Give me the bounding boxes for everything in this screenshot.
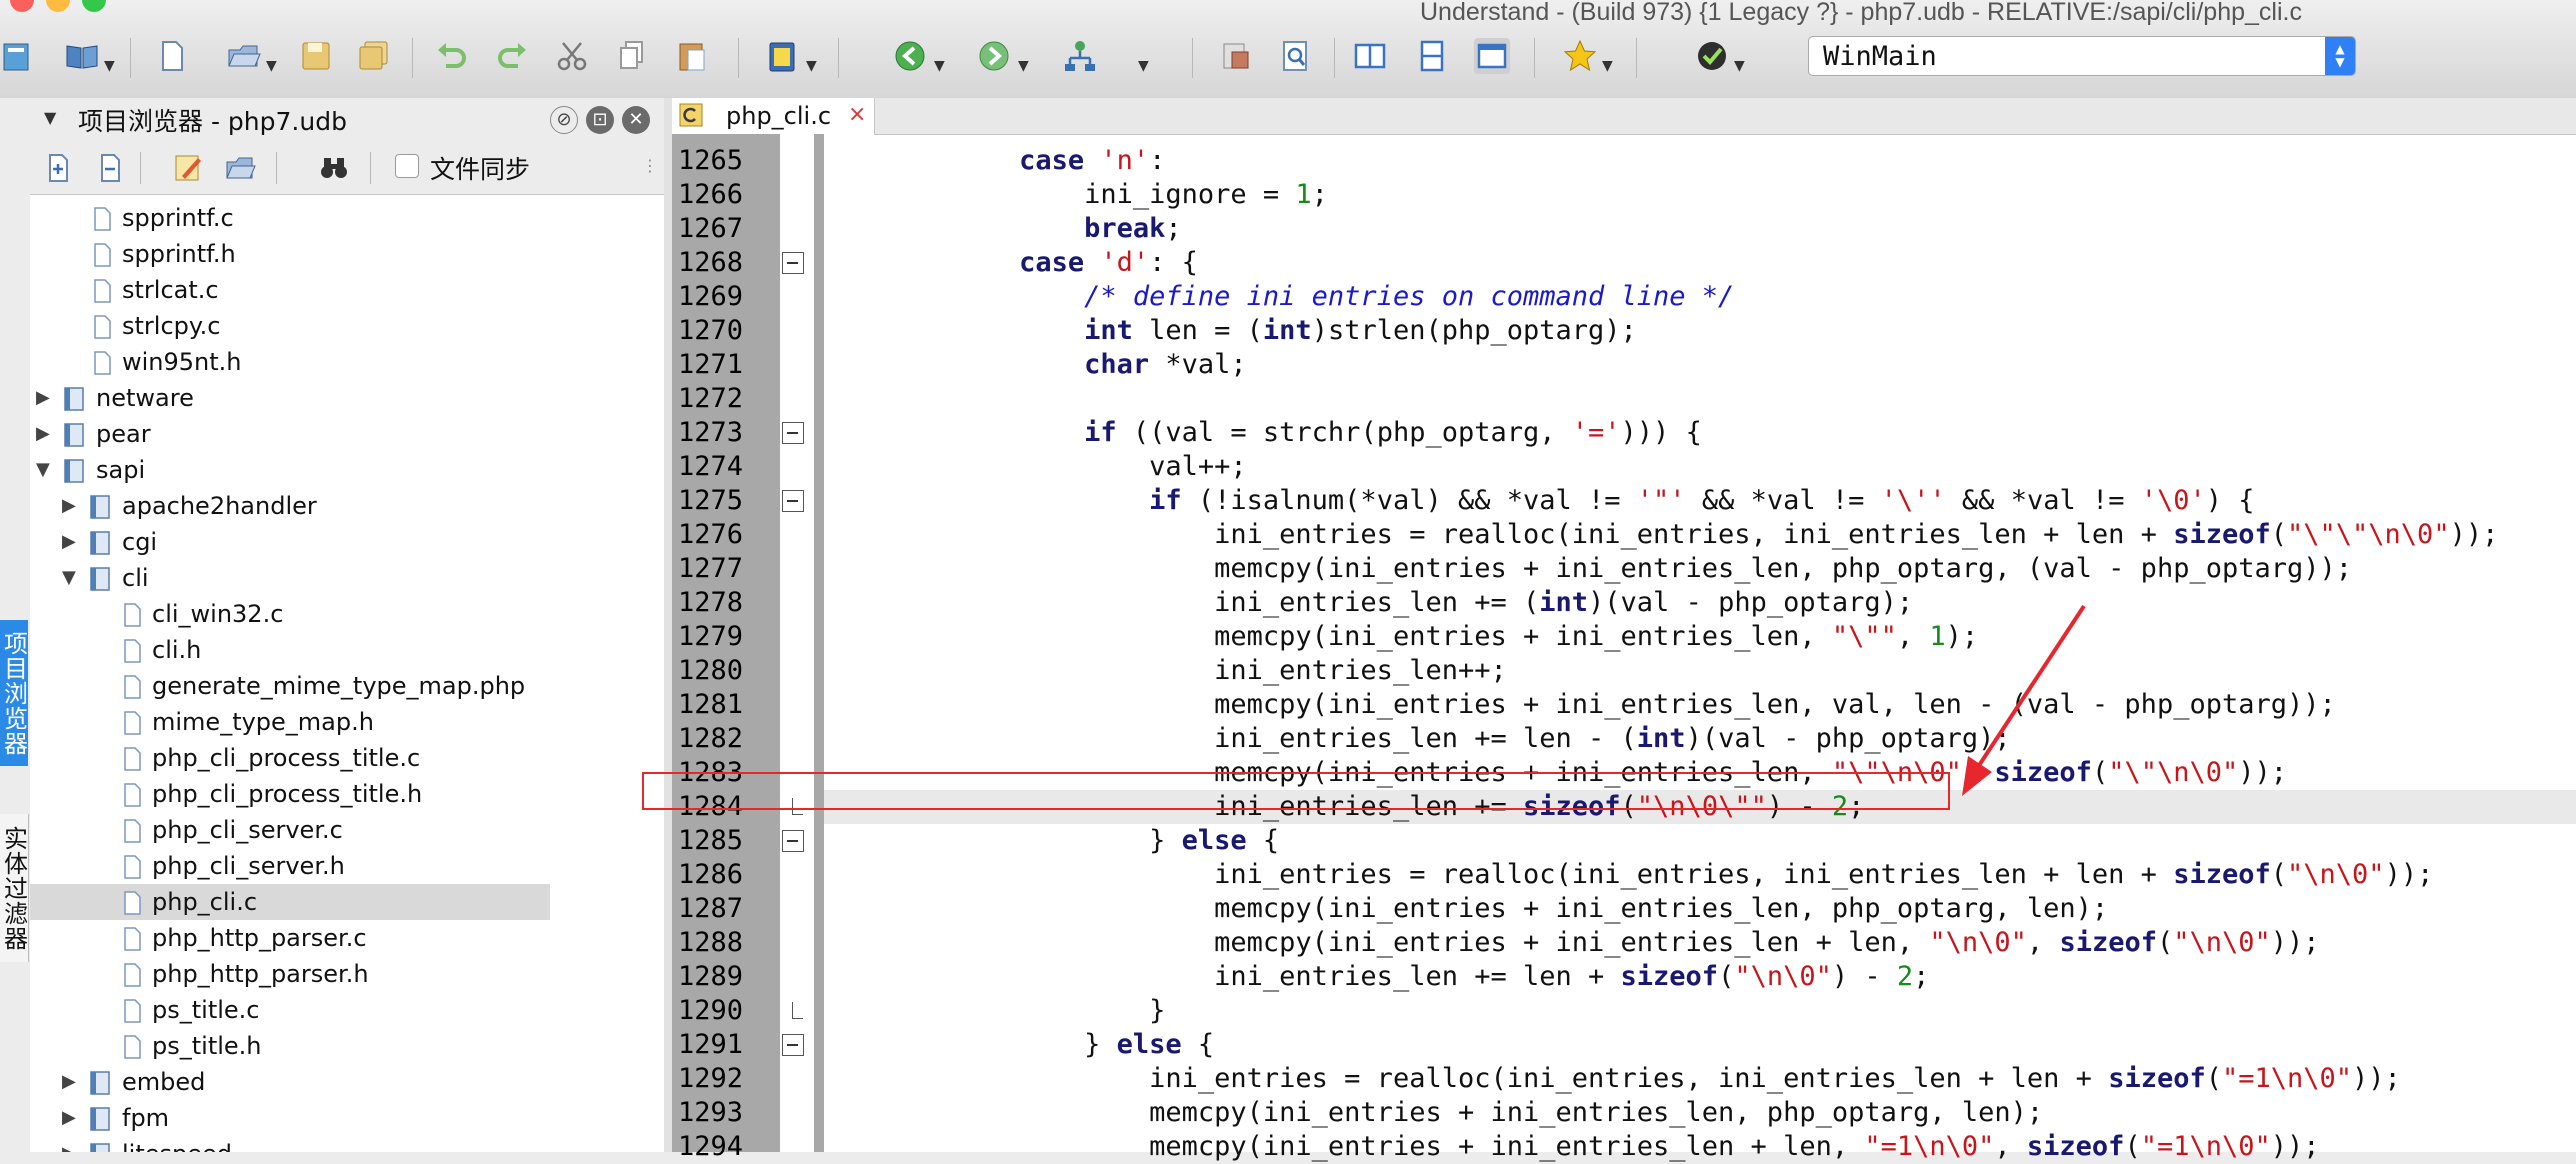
- annotation-arrow-line: [1974, 604, 2086, 772]
- annotation-arrow: [1962, 604, 2086, 796]
- annotation-arrow-head: [1962, 756, 1992, 796]
